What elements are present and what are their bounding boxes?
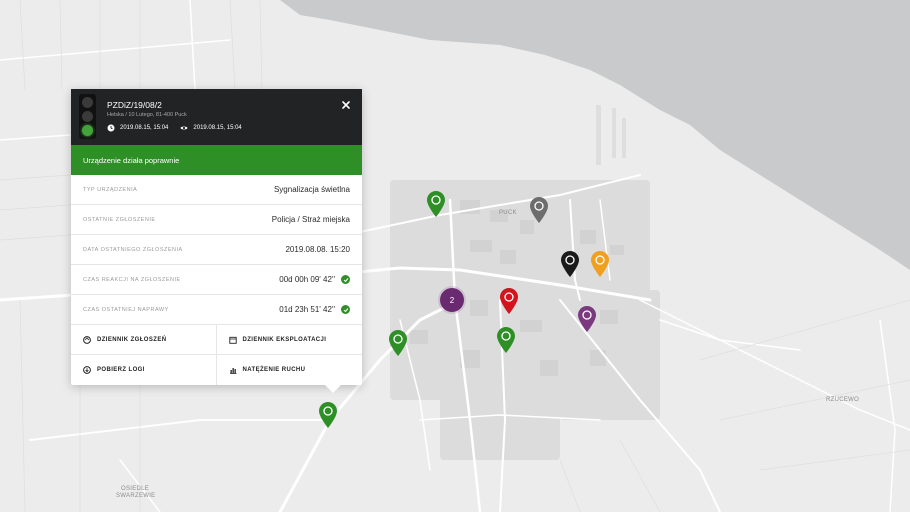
detail-value: 01d 23h 51' 42'' xyxy=(279,305,335,314)
check-icon xyxy=(341,305,350,314)
detail-value: 00d 00h 09' 42'' xyxy=(279,275,335,284)
marker-green[interactable] xyxy=(497,327,515,353)
timestamp-clock: 2019.08.15, 15:04 xyxy=(120,125,169,131)
map-label-rzucewo: RZUCEWO xyxy=(826,397,860,403)
marker-cluster[interactable]: 2 xyxy=(440,288,464,312)
report-icon xyxy=(83,335,91,344)
traffic-button[interactable]: Natężenie ruchu xyxy=(217,355,363,385)
detail-label: Czas reakcji na zgłoszenie xyxy=(83,276,181,283)
timestamp-view: 2019.08.15, 15:04 xyxy=(193,125,242,131)
marker-gray[interactable] xyxy=(530,197,548,223)
operation-log-label: Dziennik eksploatacji xyxy=(242,336,327,343)
close-icon[interactable] xyxy=(340,98,352,110)
marker-green[interactable] xyxy=(427,191,445,217)
marker-red[interactable] xyxy=(500,288,518,314)
calendar-icon xyxy=(228,336,237,344)
device-timestamps: 2019.08.15, 15:04 2019.08.15, 15:04 xyxy=(107,124,242,132)
status-bar: Urządzenie działa poprawnie xyxy=(71,145,362,175)
reports-log-button[interactable]: Dziennik zgłoszeń xyxy=(71,325,217,355)
traffic-label: Natężenie ruchu xyxy=(242,367,306,373)
popup-header: PZDiZ/19/08/2 Helska / 10 Lutego, 81-400… xyxy=(71,89,362,145)
traffic-light-green-lamp xyxy=(82,124,93,136)
clock-icon xyxy=(107,124,115,132)
map-label-osiedle: OSIEDLE xyxy=(121,486,150,492)
detail-value: Sygnalizacja świetlna xyxy=(273,185,350,194)
eye-icon xyxy=(180,124,188,132)
traffic-light-icon xyxy=(79,94,96,139)
detail-value-wrap: 01d 23h 51' 42'' xyxy=(279,305,350,314)
device-popup: PZDiZ/19/08/2 Helska / 10 Lutego, 81-400… xyxy=(71,89,362,393)
download-logs-label: Pobierz logi xyxy=(97,367,145,373)
detail-label: Ostatnie zgłoszenie xyxy=(83,216,156,223)
device-details: Typ urządzenia Sygnalizacja świetlna Ost… xyxy=(71,175,362,325)
detail-row-last-report-date: Data ostatniego zgłoszenia 2019.08.08. 1… xyxy=(71,235,362,265)
detail-label: Czas ostatniej naprawy xyxy=(83,306,169,313)
device-address: Helska / 10 Lutego, 81-400 Puck xyxy=(107,112,187,118)
marker-black[interactable] xyxy=(561,251,579,277)
detail-row-device-type: Typ urządzenia Sygnalizacja świetlna xyxy=(71,175,362,205)
detail-value-wrap: 00d 00h 09' 42'' xyxy=(279,275,350,284)
detail-row-repair-time: Czas ostatniej naprawy 01d 23h 51' 42'' xyxy=(71,295,362,325)
detail-row-reaction-time: Czas reakcji na zgłoszenie 00d 00h 09' 4… xyxy=(71,265,362,295)
detail-row-last-report: Ostatnie zgłoszenie Policja / Straż miej… xyxy=(71,205,362,235)
bar-chart-icon xyxy=(229,366,237,374)
detail-label: Data ostatniego zgłoszenia xyxy=(83,246,183,253)
marker-purple[interactable] xyxy=(578,306,596,332)
marker-green[interactable] xyxy=(319,402,337,428)
operation-log-button[interactable]: Dziennik eksploatacji xyxy=(216,325,362,355)
traffic-light-red-lamp xyxy=(82,97,93,109)
popup-actions: Dziennik zgłoszeń Dziennik eksploatacji … xyxy=(71,325,362,385)
traffic-light-yellow-lamp xyxy=(82,110,93,122)
map-label-swarzewie: SWARZEWIE xyxy=(116,493,156,499)
device-id: PZDiZ/19/08/2 xyxy=(107,100,162,110)
marker-green[interactable] xyxy=(389,330,407,356)
detail-label: Typ urządzenia xyxy=(83,186,138,193)
detail-value: Policja / Straż miejska xyxy=(271,215,350,224)
detail-value: 2019.08.08. 15:20 xyxy=(285,245,350,254)
reports-log-label: Dziennik zgłoszeń xyxy=(97,336,167,343)
download-logs-button[interactable]: Pobierz logi xyxy=(71,355,217,385)
marker-orange[interactable] xyxy=(591,251,609,277)
check-icon xyxy=(341,275,350,284)
map-label-puck: PUCK xyxy=(499,210,517,216)
download-icon xyxy=(83,366,91,374)
